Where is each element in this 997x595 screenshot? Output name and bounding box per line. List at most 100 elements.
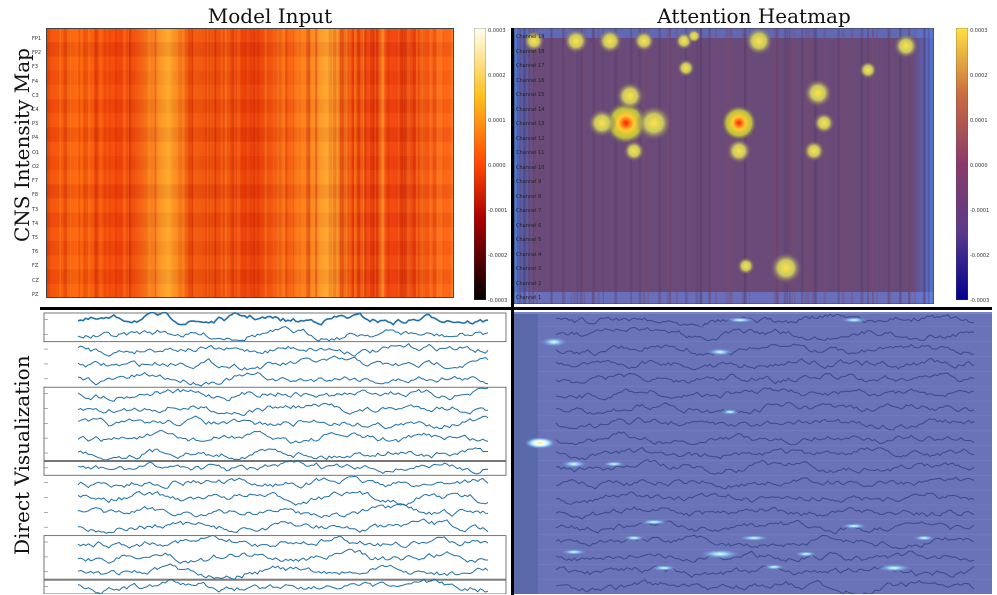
attention-stripe (630, 28, 633, 304)
heatmap-row-band (46, 226, 454, 242)
channel-label: Channel 16 (516, 77, 545, 84)
attention-glow (720, 409, 740, 415)
heatmap-row-band (46, 241, 454, 256)
attention-stripe (638, 28, 642, 304)
attention-hotspot (615, 81, 645, 111)
attention-hotspot (803, 140, 825, 162)
channel-label: Channel 17 (516, 63, 545, 69)
eeg-trace (77, 429, 489, 444)
y-tick-label: F3 (32, 64, 39, 71)
heatmap-row-band (46, 99, 454, 114)
y-tick-label: C3 (32, 92, 39, 99)
eeg-trace (77, 371, 489, 387)
channel-label: Channel 19 (516, 34, 545, 40)
attention-stripe (614, 28, 618, 304)
eeg-trace (77, 548, 488, 565)
y-tick-label: FP1 (32, 36, 42, 42)
attention-glow (638, 519, 670, 525)
attention-hotspot (563, 28, 589, 54)
horizontal-divider (40, 307, 992, 310)
attention-heatmap (514, 28, 934, 304)
eeg-trace (77, 312, 489, 326)
y-tick-label: P3 (32, 121, 39, 128)
attention-stripe (922, 28, 926, 304)
channel-label: Channel 4 (516, 251, 542, 258)
y-tick-label: C4 (32, 107, 39, 114)
attention-hotspot (686, 28, 702, 44)
eeg-trace (77, 342, 489, 357)
y-tick-label: O2 (32, 163, 40, 170)
colorbar-tick-label: -0.0002 (488, 253, 508, 259)
attention-hotspot (803, 78, 833, 108)
channel-label: Channel 2 (516, 280, 542, 287)
attention-stripe (697, 28, 699, 304)
heatmap-row-band (46, 269, 454, 284)
attention-stripe (583, 28, 586, 304)
heatmap-row-band (46, 283, 454, 298)
attention-stripe (927, 28, 930, 304)
direct-visualization-traces (43, 312, 507, 594)
attention-glow (524, 437, 556, 449)
heatmap-row-band (46, 70, 454, 85)
eeg-trace (77, 578, 489, 594)
column-title-model-input: Model Input (207, 4, 333, 28)
eeg-trace (77, 534, 489, 549)
attention-glow (738, 535, 770, 541)
attention-stripe (813, 28, 816, 304)
heatmap-row-band (46, 28, 454, 43)
attention-stripe (573, 28, 576, 304)
heatmap-row-band (46, 56, 454, 71)
channel-label: Channel 6 (516, 222, 542, 229)
attention-stripe (579, 28, 583, 304)
channel-label: Channel 13 (516, 121, 545, 127)
attention-stripe (908, 28, 911, 304)
y-tick-label: F4 (32, 78, 39, 85)
eeg-trace (77, 503, 489, 519)
colorbar-tick-label: 0.0001 (970, 118, 988, 124)
eeg-trace (77, 475, 489, 489)
y-tick-label: T3 (32, 206, 39, 213)
attention-hotspot (633, 30, 655, 52)
colorbar-tick-label: -0.0003 (488, 298, 508, 304)
eeg-trace (77, 387, 489, 402)
attention-stripe (564, 28, 566, 304)
heatmap-row-band (46, 255, 454, 270)
attention-hotspot (721, 105, 757, 141)
colorbar-tick-label: -0.0001 (970, 208, 990, 214)
attention-hotspot (769, 251, 803, 285)
attention-stripe (598, 28, 600, 304)
y-tick-label: FZ (32, 263, 39, 270)
y-tick-label: FP2 (32, 50, 42, 57)
attention-stripe (841, 28, 845, 304)
channel-group-box (43, 461, 507, 476)
y-tick-label: T4 (32, 220, 39, 227)
channel-label: Channel 10 (516, 164, 545, 171)
heatmap-row-band (46, 155, 454, 171)
attention-stripe (658, 28, 662, 304)
attention-stripe (666, 28, 669, 304)
attention-glow (794, 551, 818, 557)
overlay-left-gutter (514, 312, 538, 594)
colorbar-tick-label: 0.0001 (488, 118, 506, 124)
attention-stripe (914, 28, 916, 304)
attention-glow (762, 564, 786, 570)
eeg-trace (77, 355, 489, 371)
colorbar-tick-label: -0.0001 (488, 208, 508, 214)
attention-stripe (570, 28, 573, 304)
attention-glow (622, 535, 646, 541)
model-input-colorbar-gradient (474, 28, 486, 300)
eeg-trace (77, 459, 489, 475)
model-input-heatmap (46, 28, 454, 298)
eeg-trace (77, 415, 489, 430)
colorbar-gradient-rect (474, 28, 486, 300)
colorbar-tick-label: 0.0003 (970, 28, 988, 34)
attention-stripe (643, 28, 646, 304)
heatmap-row-band (46, 198, 454, 213)
attention-stripe (899, 28, 902, 304)
y-tick-label: CZ (32, 277, 39, 284)
attention-stripe (808, 28, 810, 304)
heatmap-row-band (46, 84, 454, 100)
model-input-colorbar: 0.0003 0.0002 0.0001 0.0000 -0.0001 -0.0002 -0… (474, 28, 514, 304)
y-tick-label: P4 (32, 135, 39, 142)
attention-stripe (562, 28, 565, 304)
